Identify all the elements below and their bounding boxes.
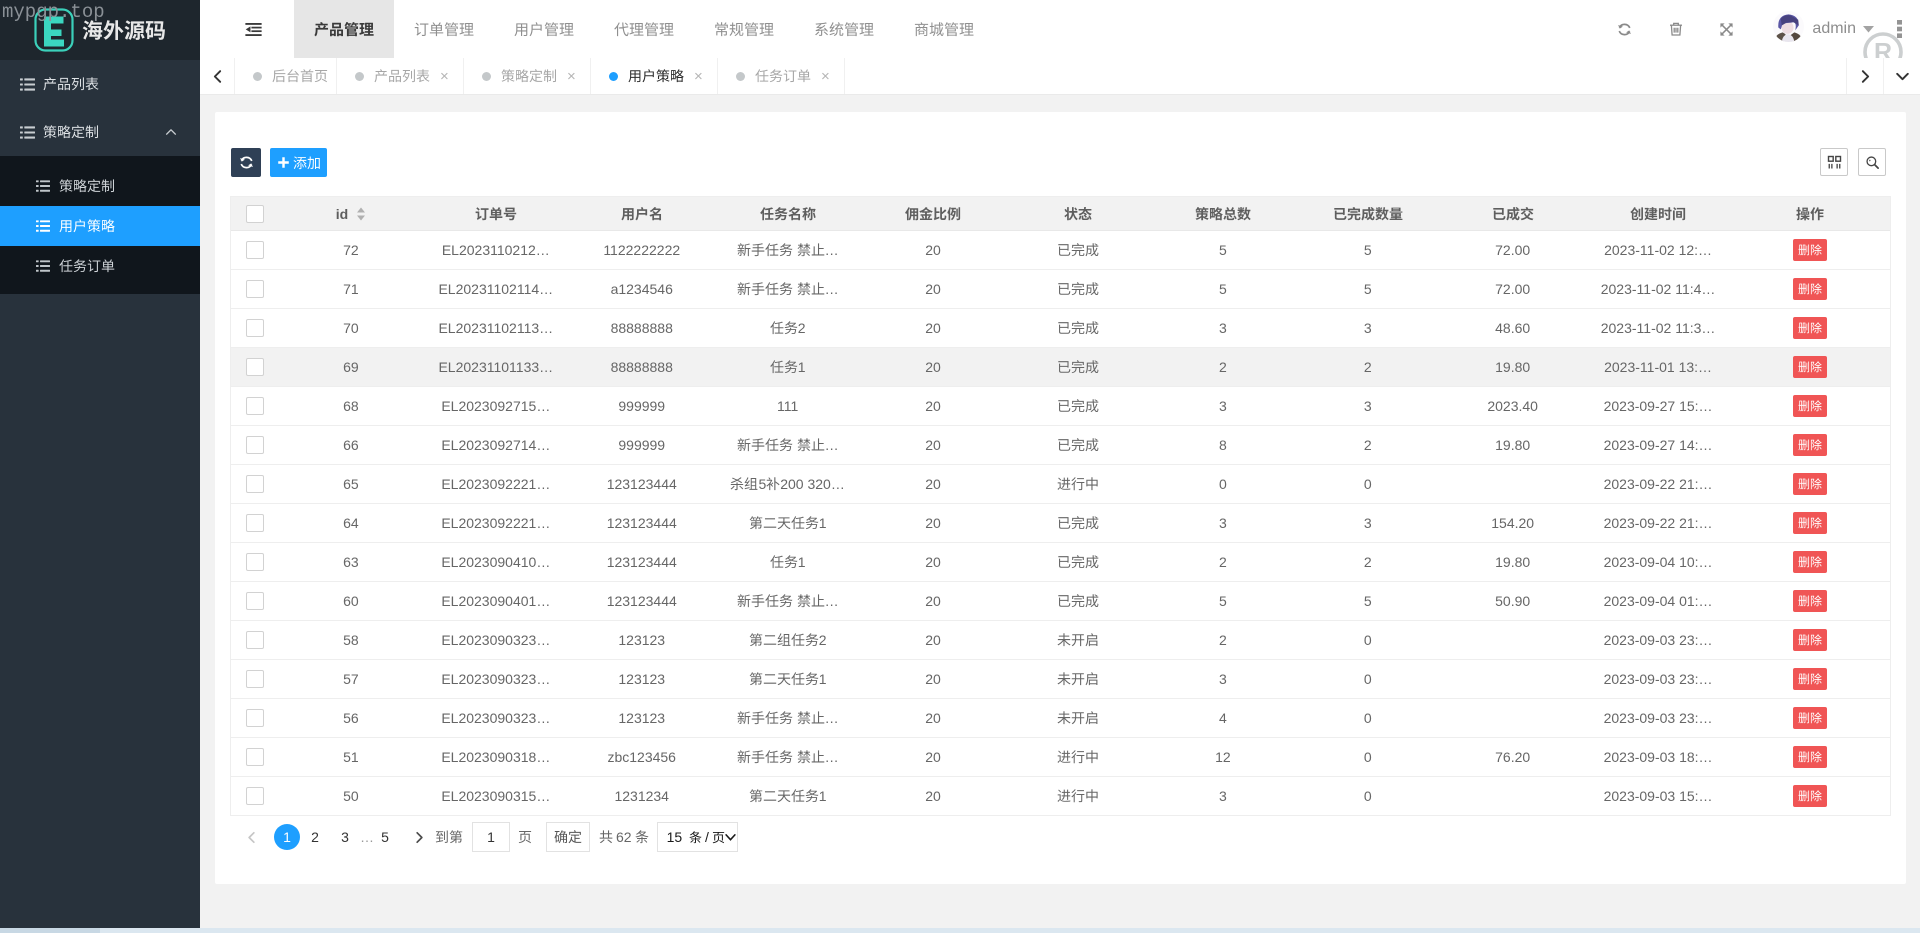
svg-text:R: R <box>1874 39 1892 59</box>
